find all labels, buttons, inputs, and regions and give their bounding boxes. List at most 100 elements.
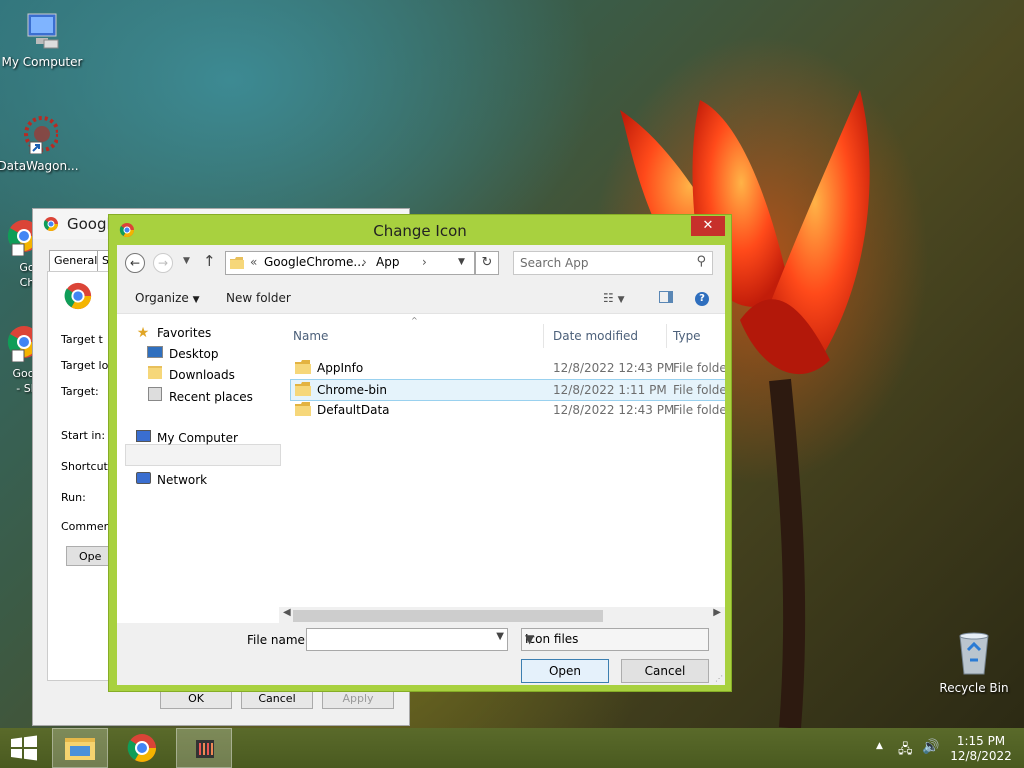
datawagon-icon bbox=[24, 116, 60, 155]
clock-time: 1:15 PM bbox=[956, 734, 1006, 748]
nav-downloads[interactable]: Downloads bbox=[147, 366, 235, 384]
star-icon: ★ bbox=[136, 325, 150, 341]
computer-icon bbox=[27, 13, 59, 49]
chevron-down-icon: ▼ bbox=[617, 295, 625, 305]
address-bar[interactable]: « GoogleChrome... › App › ▼ bbox=[225, 251, 475, 275]
column-header-name[interactable]: Name bbox=[293, 329, 328, 343]
tab-general[interactable]: General bbox=[49, 250, 103, 272]
back-button[interactable]: ← bbox=[125, 253, 145, 273]
scroll-left-icon[interactable]: ◀ bbox=[283, 607, 291, 618]
ok-button[interactable]: OK bbox=[160, 689, 232, 709]
view-options-button[interactable]: ☷ ▼ bbox=[603, 291, 625, 305]
dialog-title: Change Icon bbox=[373, 222, 467, 240]
nav-favorites[interactable]: ★ Favorites bbox=[135, 324, 212, 342]
forward-button[interactable]: → bbox=[153, 253, 173, 273]
address-prefix: « bbox=[250, 255, 258, 269]
field-label: Target t bbox=[61, 333, 103, 346]
resize-grip-icon[interactable]: ⋰ bbox=[715, 674, 723, 683]
address-separator[interactable]: › bbox=[362, 255, 367, 269]
up-arrow-icon: ↑ bbox=[203, 252, 216, 270]
chevron-down-icon: ▼ bbox=[525, 632, 535, 646]
file-row-chrome-bin[interactable]: Chrome-bin 12/8/2022 1:11 PM File folder bbox=[290, 379, 725, 401]
sort-indicator-icon: ^ bbox=[411, 316, 418, 325]
chevron-down-icon[interactable]: ▼ bbox=[496, 631, 504, 642]
desktop-icon-datawagon[interactable]: DataWagon... bbox=[0, 114, 80, 173]
search-icon: ⚲ bbox=[696, 254, 706, 269]
network-tray-icon[interactable]: 🖧 bbox=[898, 740, 913, 762]
help-icon: ? bbox=[695, 292, 709, 306]
column-header-date[interactable]: Date modified bbox=[553, 329, 638, 343]
recent-locations-dropdown[interactable]: ▼ bbox=[183, 256, 190, 266]
file-name: Chrome-bin bbox=[317, 383, 387, 397]
dialog-titlebar[interactable]: Change Icon ✕ bbox=[109, 215, 731, 245]
taskbar-app[interactable] bbox=[176, 728, 232, 768]
file-row-defaultdata[interactable]: DefaultData 12/8/2022 12:43 PM File fold… bbox=[291, 400, 725, 420]
chevron-down-icon: ▼ bbox=[192, 295, 200, 305]
start-button[interactable] bbox=[0, 728, 48, 768]
taskbar: ▲ 🖧 🔊 1:15 PM 12/8/2022 bbox=[0, 728, 1024, 768]
field-label: Run: bbox=[61, 491, 86, 504]
address-segment-googlechrome[interactable]: GoogleChrome... bbox=[264, 255, 365, 269]
file-name-input[interactable] bbox=[307, 629, 495, 648]
file-row-appinfo[interactable]: AppInfo 12/8/2022 12:43 PM File folder bbox=[291, 358, 725, 378]
desktop-icon-my-computer[interactable]: My Computer bbox=[0, 10, 84, 69]
desktop-icon-label: My Computer bbox=[1, 55, 83, 69]
clock-date: 12/8/2022 bbox=[950, 749, 1012, 763]
refresh-button[interactable]: ↻ bbox=[475, 251, 499, 275]
column-header-type[interactable]: Type bbox=[673, 329, 701, 343]
file-date: 12/8/2022 12:43 PM bbox=[553, 403, 675, 417]
nav-network[interactable]: Network bbox=[135, 471, 207, 489]
forward-arrow-icon: → bbox=[157, 256, 169, 270]
new-folder-button[interactable]: New folder bbox=[226, 291, 291, 305]
cancel-button[interactable]: Cancel bbox=[241, 689, 313, 709]
taskbar-chrome[interactable] bbox=[114, 728, 170, 768]
horizontal-scrollbar[interactable]: ◀ ▶ bbox=[279, 607, 725, 623]
apply-button[interactable]: Apply bbox=[322, 689, 394, 709]
file-list: ^ Name Date modified Type AppInfo 12/8/2… bbox=[287, 314, 725, 606]
address-segment-app[interactable]: App bbox=[376, 255, 399, 269]
desktop-icon-recycle-bin[interactable]: Recycle Bin bbox=[932, 630, 1016, 695]
nav-recent-places[interactable]: Recent places bbox=[147, 387, 253, 405]
scrollbar-thumb[interactable] bbox=[293, 610, 603, 622]
file-name-field[interactable]: ▼ bbox=[306, 628, 508, 651]
chevron-down-icon[interactable]: ▼ bbox=[458, 257, 465, 267]
nav-label: Recent places bbox=[169, 390, 253, 404]
organize-button[interactable]: Organize ▼ bbox=[135, 291, 200, 305]
preview-pane-button[interactable] bbox=[659, 291, 673, 306]
close-button[interactable]: ✕ bbox=[691, 216, 725, 236]
nav-desktop[interactable]: Desktop bbox=[147, 345, 219, 363]
show-hidden-icons-button[interactable]: ▲ bbox=[876, 741, 883, 751]
app-window-icon bbox=[196, 740, 214, 758]
file-type-select[interactable]: Icon files ▼ bbox=[521, 628, 709, 651]
chrome-icon bbox=[64, 282, 92, 310]
downloads-folder-icon bbox=[147, 366, 163, 384]
system-clock[interactable]: 1:15 PM 12/8/2022 bbox=[944, 734, 1018, 764]
field-label: Commen bbox=[61, 520, 111, 533]
up-button[interactable]: ↑ bbox=[203, 252, 216, 270]
dialog-footer: File name: ▼ Icon files ▼ Open Cancel ⋰ bbox=[117, 623, 725, 685]
close-icon: ✕ bbox=[702, 218, 714, 233]
cancel-button[interactable]: Cancel bbox=[621, 659, 709, 683]
folder-icon bbox=[230, 257, 244, 269]
chrome-icon bbox=[43, 217, 58, 231]
organize-label: Organize bbox=[135, 291, 189, 305]
nav-selection-highlight bbox=[125, 444, 281, 466]
desktop-icon-label: DataWagon... bbox=[0, 159, 79, 173]
back-arrow-icon: ← bbox=[129, 256, 141, 270]
search-box[interactable]: Search App ⚲ bbox=[513, 251, 713, 275]
taskbar-file-explorer[interactable] bbox=[52, 728, 108, 768]
open-button[interactable]: Open bbox=[521, 659, 609, 683]
file-explorer-icon bbox=[65, 738, 95, 760]
scroll-right-icon[interactable]: ▶ bbox=[713, 607, 721, 618]
nav-label: Favorites bbox=[157, 326, 212, 340]
refresh-icon: ↻ bbox=[481, 255, 493, 270]
help-button[interactable]: ? bbox=[695, 290, 709, 306]
file-type: File folder bbox=[673, 361, 725, 375]
address-separator[interactable]: › bbox=[422, 255, 427, 269]
nav-label: My Computer bbox=[157, 431, 238, 445]
field-label: Target: bbox=[61, 385, 99, 398]
nav-my-computer[interactable]: My Computer bbox=[135, 429, 238, 447]
file-type: File folder bbox=[673, 403, 725, 417]
volume-icon[interactable]: 🔊 bbox=[922, 739, 939, 755]
network-icon bbox=[135, 471, 151, 489]
